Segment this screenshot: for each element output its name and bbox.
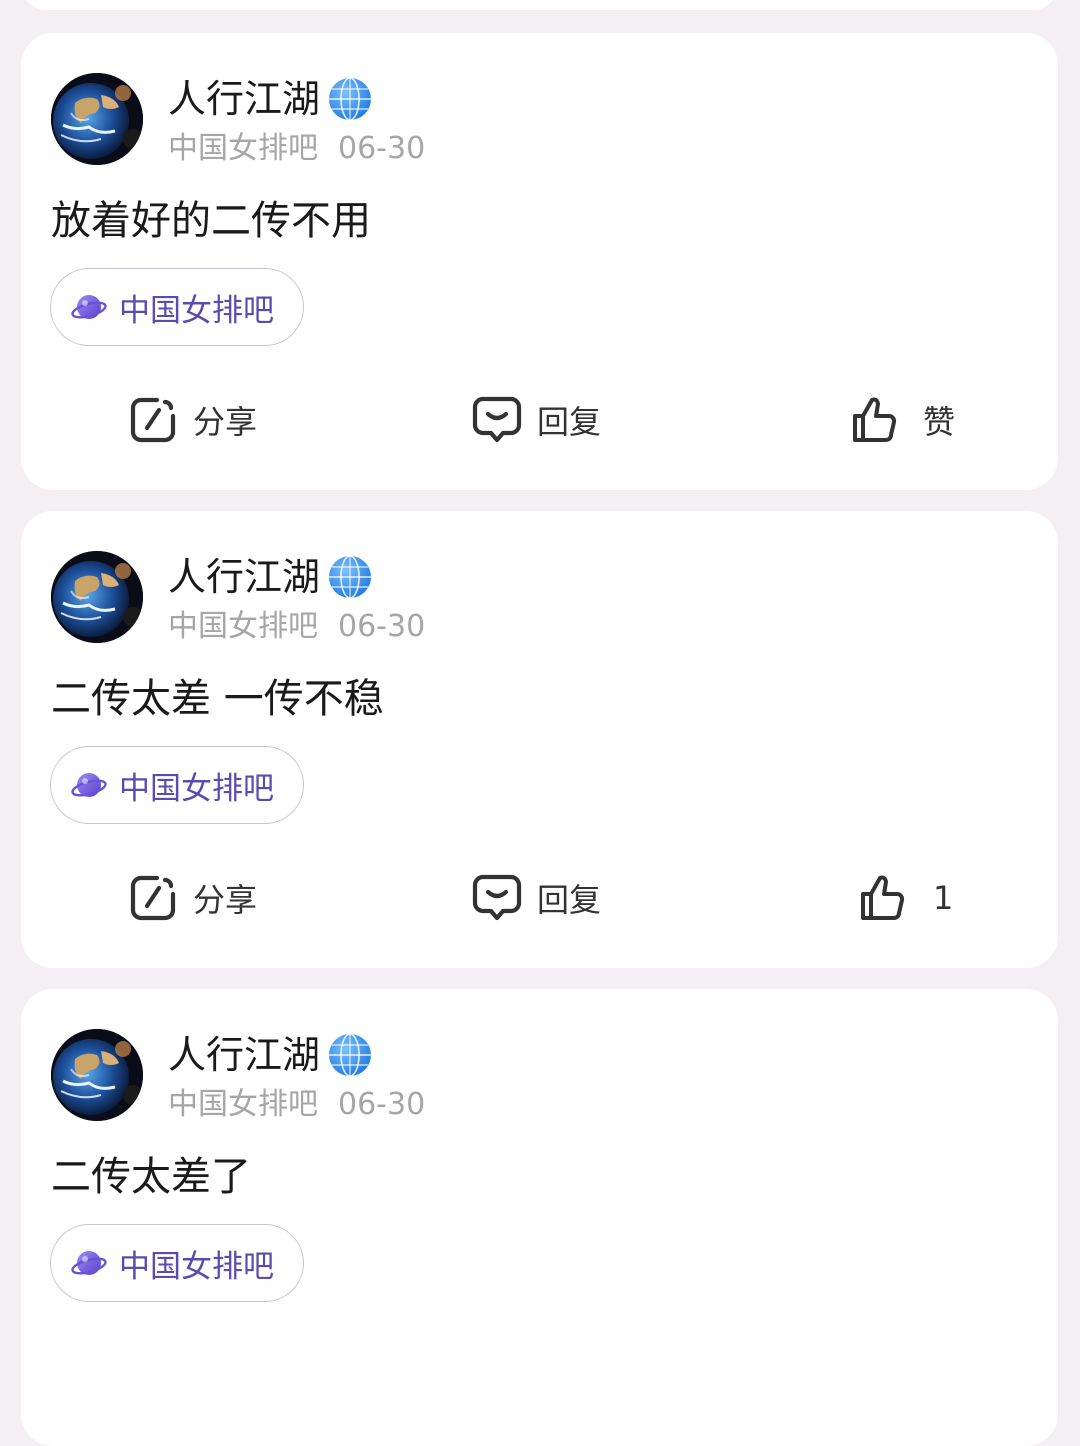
avatar[interactable] [51,551,143,643]
globe-icon [327,554,373,600]
avatar[interactable] [51,1029,143,1121]
post-date: 06-30 [338,1087,426,1122]
post-meta: 中国女排吧 06-30 [168,1086,425,1124]
author-name[interactable]: 人行江湖 [168,75,320,123]
avatar[interactable] [51,73,143,165]
post-card[interactable]: 人行江湖 中国女排吧 06-30 二传太差 一传不稳 中国女排吧 分享 回复 1 [21,511,1058,968]
reply-button[interactable]: 回复 [471,868,601,928]
forum-tag-chip[interactable]: 中国女排吧 [50,1224,304,1302]
forum-tag-chip[interactable]: 中国女排吧 [50,268,304,346]
like-label: 赞 [923,403,956,441]
reply-label: 回复 [537,881,602,919]
previous-post-card [21,0,1058,10]
post-date: 06-30 [338,609,426,644]
like-count: 1 [933,879,954,917]
like-button[interactable]: 1 [857,868,953,928]
post-meta: 中国女排吧 06-30 [168,608,425,646]
planet-icon [71,1245,107,1281]
planet-icon [71,289,107,325]
earth-avatar-image [51,551,143,643]
post-card[interactable]: 人行江湖 中国女排吧 06-30 放着好的二传不用 中国女排吧 分享 回复 赞 [21,33,1058,490]
reply-button[interactable]: 回复 [471,390,601,450]
forum-tag-label: 中国女排吧 [119,770,274,807]
post-meta: 中国女排吧 06-30 [168,130,425,168]
thumbs-up-icon [857,872,909,924]
post-text[interactable]: 放着好的二传不用 [51,193,371,249]
reply-icon [471,394,523,446]
globe-icon [327,76,373,122]
forum-name[interactable]: 中国女排吧 [168,609,318,644]
thumbs-up-icon [849,394,901,446]
share-icon [127,872,179,924]
globe-icon [327,1032,373,1078]
forum-name[interactable]: 中国女排吧 [168,131,318,166]
forum-tag-label: 中国女排吧 [119,292,274,329]
reply-icon [471,872,523,924]
share-icon [127,394,179,446]
author-name[interactable]: 人行江湖 [168,553,320,601]
share-button[interactable]: 分享 [127,868,257,928]
share-label: 分享 [193,403,258,441]
post-text[interactable]: 二传太差了 [51,1149,251,1205]
forum-name[interactable]: 中国女排吧 [168,1087,318,1122]
earth-avatar-image [51,1029,143,1121]
post-card[interactable]: 人行江湖 中国女排吧 06-30 二传太差了 中国女排吧 [21,989,1058,1446]
reply-label: 回复 [537,403,602,441]
post-text[interactable]: 二传太差 一传不稳 [51,671,384,727]
earth-avatar-image [51,73,143,165]
forum-tag-label: 中国女排吧 [119,1248,274,1285]
like-button[interactable]: 赞 [849,390,955,450]
forum-tag-chip[interactable]: 中国女排吧 [50,746,304,824]
planet-icon [71,767,107,803]
post-date: 06-30 [338,131,426,166]
share-button[interactable]: 分享 [127,390,257,450]
author-name[interactable]: 人行江湖 [168,1031,320,1079]
share-label: 分享 [193,881,258,919]
